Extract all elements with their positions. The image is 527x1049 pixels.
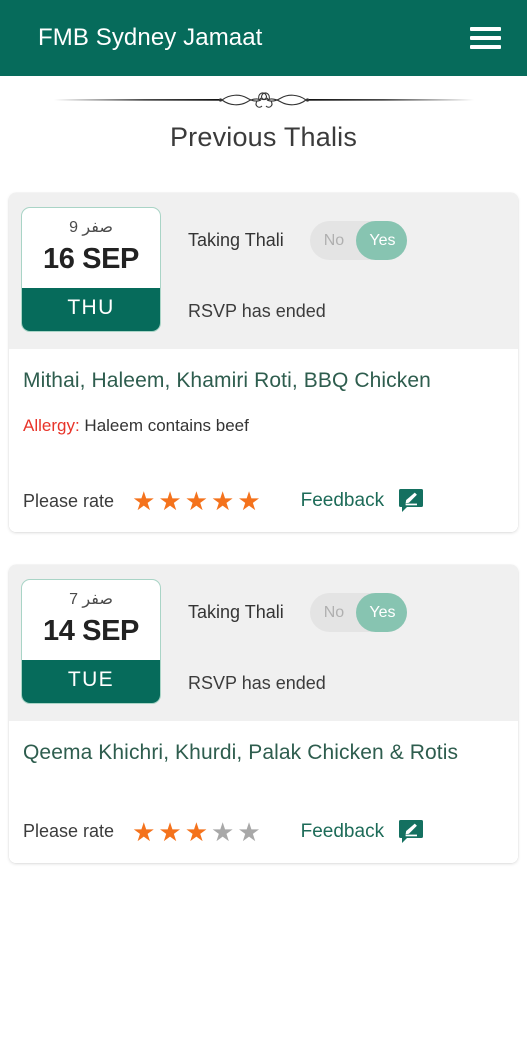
hijri-date: صفر 7 bbox=[69, 591, 113, 609]
hamburger-bar-1 bbox=[469, 27, 501, 31]
hamburger-bar-3 bbox=[469, 45, 501, 49]
feedback-button[interactable]: Feedback bbox=[301, 488, 424, 514]
thali-card-body: Qeema Khichri, Khurdi, Palak Chicken & R… bbox=[9, 721, 518, 863]
app-header: FMB Sydney Jamaat bbox=[0, 0, 527, 76]
taking-thali-row: Taking Thali No Yes bbox=[188, 593, 502, 633]
feedback-label: Feedback bbox=[300, 490, 385, 512]
taking-thali-label: Taking Thali bbox=[188, 230, 284, 250]
thali-rsvp-section: Taking Thali No Yes RSVP has ended bbox=[161, 579, 502, 694]
thali-list: صفر 9 16 SEP THU Taking Thali No Yes RSV… bbox=[0, 193, 527, 863]
allergy-label: Allergy: bbox=[23, 416, 80, 436]
star-5[interactable]: ★ bbox=[237, 488, 260, 514]
thali-rsvp-section: Taking Thali No Yes RSVP has ended bbox=[161, 207, 502, 322]
toggle-option-no[interactable]: No bbox=[310, 232, 359, 250]
rsvp-status-text: RSVP has ended bbox=[188, 301, 326, 321]
rsvp-status-text: RSVP has ended bbox=[188, 673, 326, 694]
star-1[interactable]: ★ bbox=[132, 819, 155, 845]
star-3[interactable]: ★ bbox=[185, 488, 208, 514]
taking-thali-label: Taking Thali bbox=[188, 602, 284, 623]
gregorian-date: 16 SEP bbox=[43, 242, 139, 275]
hamburger-bar-2 bbox=[469, 36, 501, 40]
thali-menu-text: Qeema Khichri, Khurdi, Palak Chicken & R… bbox=[23, 741, 459, 765]
edit-comment-icon bbox=[398, 488, 424, 514]
star-4[interactable]: ★ bbox=[211, 819, 234, 845]
page-title: Previous Thalis bbox=[169, 122, 358, 152]
thali-menu-text: Mithai, Haleem, Khamiri Roti, BBQ Chicke… bbox=[23, 369, 431, 392]
feedback-label: Feedback bbox=[300, 820, 385, 842]
weekday-label: TUE bbox=[22, 660, 160, 704]
edit-comment-icon bbox=[398, 819, 424, 845]
weekday-label: THU bbox=[22, 287, 160, 331]
star-5[interactable]: ★ bbox=[237, 819, 260, 845]
thali-card-header: صفر 9 16 SEP THU Taking Thali No Yes RSV… bbox=[9, 193, 518, 349]
rating-row: Please rate ★ ★ ★ ★ ★ Feedback bbox=[23, 819, 504, 845]
toggle-option-yes[interactable]: Yes bbox=[358, 604, 407, 622]
thali-card: صفر 9 16 SEP THU Taking Thali No Yes RSV… bbox=[9, 193, 518, 533]
star-4[interactable]: ★ bbox=[211, 488, 234, 514]
thali-card-header: صفر 7 14 SEP TUE Taking Thali No Yes RSV… bbox=[9, 565, 518, 722]
taking-thali-toggle[interactable]: No Yes bbox=[309, 221, 407, 260]
rating-row: Please rate ★ ★ ★ ★ ★ Feedback bbox=[23, 488, 504, 514]
date-tile: صفر 7 14 SEP TUE bbox=[21, 579, 161, 705]
star-rating[interactable]: ★ ★ ★ ★ ★ bbox=[132, 819, 261, 845]
toggle-option-yes[interactable]: Yes bbox=[358, 232, 407, 250]
please-rate-label: Please rate bbox=[23, 490, 115, 511]
feedback-button[interactable]: Feedback bbox=[301, 819, 424, 845]
allergy-line: Allergy: Haleem contains beef bbox=[23, 416, 504, 436]
star-3[interactable]: ★ bbox=[185, 819, 208, 845]
star-rating[interactable]: ★ ★ ★ ★ ★ bbox=[132, 488, 261, 514]
thali-card-body: Mithai, Haleem, Khamiri Roti, BBQ Chicke… bbox=[9, 349, 518, 533]
hijri-date: صفر 9 bbox=[69, 219, 113, 236]
taking-thali-row: Taking Thali No Yes bbox=[188, 221, 502, 260]
allergy-text: Haleem contains beef bbox=[84, 416, 249, 436]
star-2[interactable]: ★ bbox=[158, 488, 181, 514]
ornamental-flourish-divider bbox=[0, 76, 527, 116]
gregorian-date: 14 SEP bbox=[43, 615, 139, 648]
thali-card: صفر 7 14 SEP TUE Taking Thali No Yes RSV… bbox=[9, 565, 518, 863]
star-1[interactable]: ★ bbox=[132, 488, 155, 514]
taking-thali-toggle[interactable]: No Yes bbox=[309, 593, 407, 633]
date-tile: صفر 9 16 SEP THU bbox=[21, 207, 161, 332]
hamburger-menu-icon[interactable] bbox=[465, 21, 505, 55]
toggle-option-no[interactable]: No bbox=[310, 604, 359, 622]
please-rate-label: Please rate bbox=[23, 821, 115, 842]
app-title: FMB Sydney Jamaat bbox=[38, 24, 263, 51]
star-2[interactable]: ★ bbox=[158, 819, 181, 845]
